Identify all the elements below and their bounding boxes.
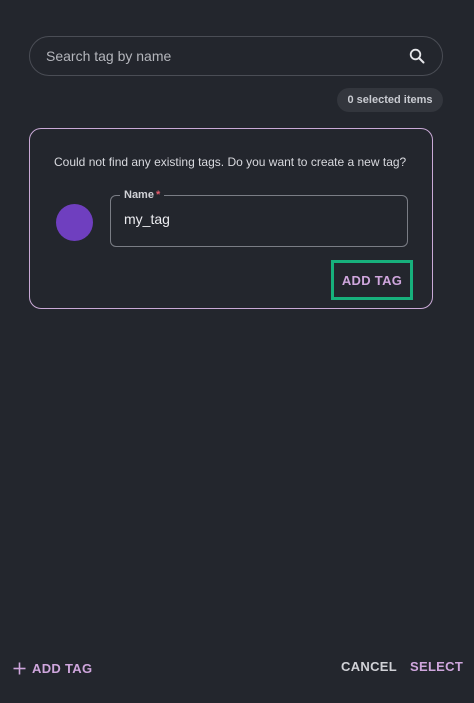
- add-tag-button[interactable]: ADD TAG: [331, 260, 413, 300]
- required-marker: *: [155, 189, 161, 201]
- tag-color-swatch[interactable]: [56, 204, 93, 241]
- tag-picker-dialog: 0 selected items Could not find any exis…: [0, 0, 474, 703]
- search-icon[interactable]: [408, 47, 426, 65]
- cancel-button[interactable]: CANCEL: [341, 659, 397, 674]
- search-bar: [29, 36, 443, 76]
- tag-name-input[interactable]: [124, 211, 394, 227]
- no-tags-message: Could not find any existing tags. Do you…: [54, 155, 407, 169]
- plus-icon: [12, 661, 26, 675]
- tag-name-label: Name *: [120, 187, 165, 203]
- footer-add-tag-label: ADD TAG: [32, 660, 93, 676]
- selected-count-badge: 0 selected items: [337, 88, 443, 112]
- select-button[interactable]: SELECT: [410, 659, 463, 674]
- search-input[interactable]: [46, 48, 408, 64]
- footer-add-tag-button[interactable]: ADD TAG: [12, 658, 92, 678]
- tag-name-field: Name *: [110, 187, 408, 247]
- create-tag-card: Could not find any existing tags. Do you…: [29, 128, 433, 309]
- tag-name-label-text: Name: [124, 189, 154, 201]
